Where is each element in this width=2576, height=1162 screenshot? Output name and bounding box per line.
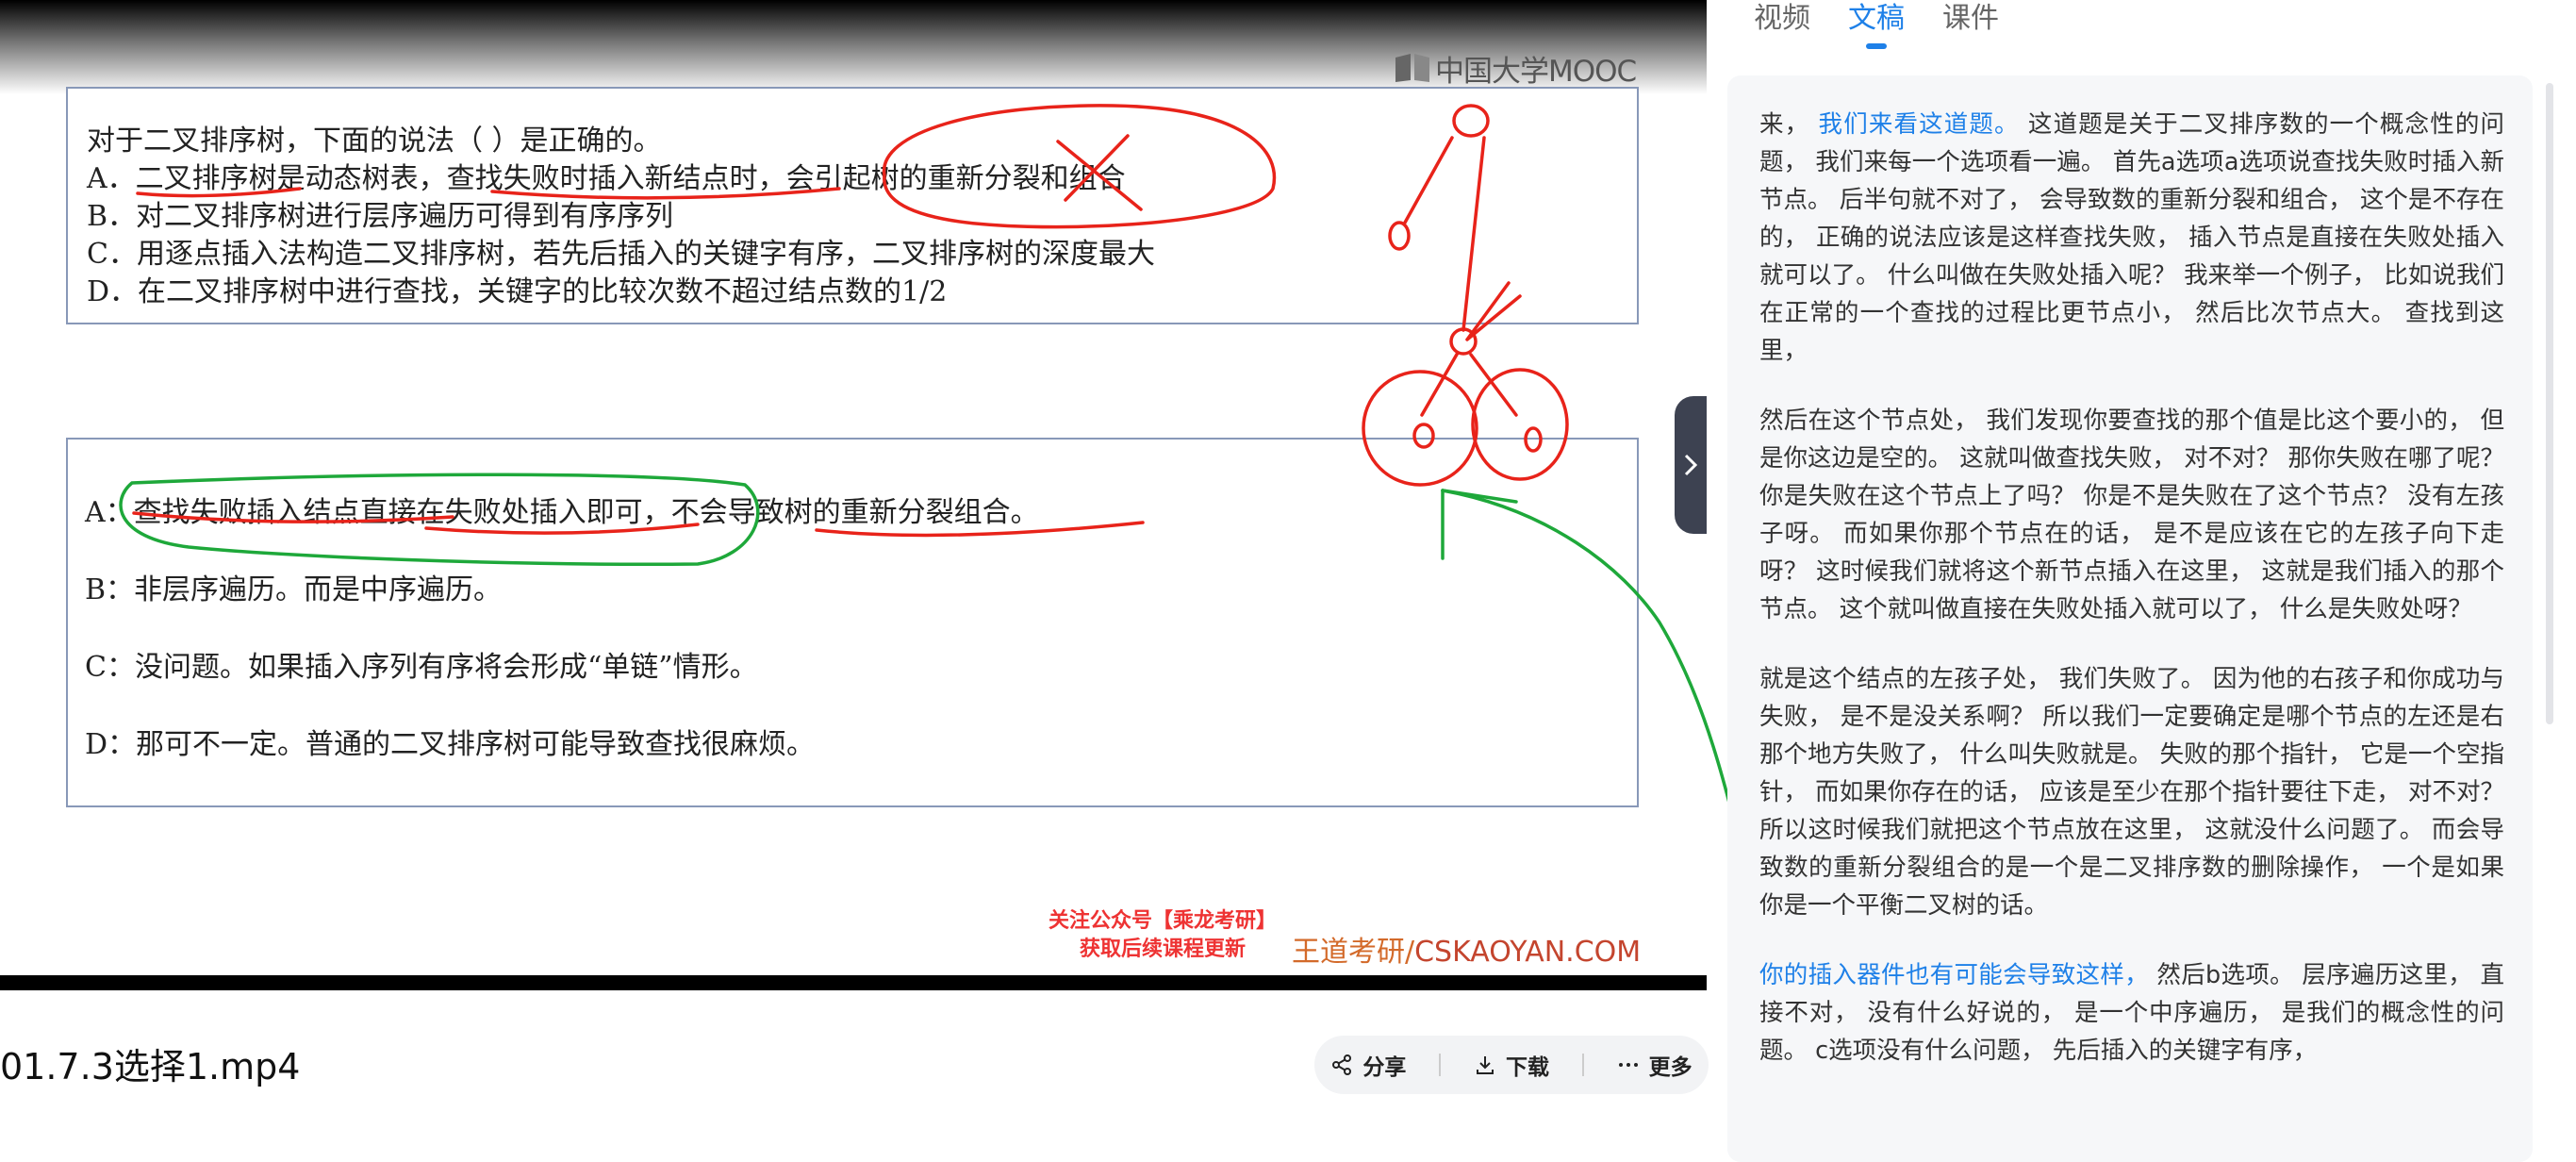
download-label: 下载	[1505, 1055, 1549, 1080]
answer-box: A：查找失败插入结点直接在失败处插入即可，不会导致树的重新分裂组合。 B：非层序…	[66, 438, 1639, 807]
chevron-right-icon	[1684, 454, 1698, 476]
action-divider	[1439, 1054, 1442, 1076]
brand-en: CSKAOYAN.COM	[1414, 936, 1642, 969]
tab-transcript[interactable]: 文稿	[1848, 0, 1905, 49]
video-file-title: 01.7.3选择1.mp4	[0, 1046, 301, 1087]
panel-collapse-handle[interactable]	[1675, 396, 1707, 534]
question-option-a: A．二叉排序树是动态树表，查找失败时插入新结点时，会引起树的重新分裂和组合	[87, 162, 1126, 195]
wechat-promo-line2: 获取后续课程更新	[1080, 938, 1247, 961]
question-option-d: D．在二叉排序树中进行查找，关键字的比较次数不超过结点数的1/2	[87, 275, 948, 308]
answer-a: A：查找失败插入结点直接在失败处插入即可，不会导致树的重新分裂组合。	[85, 496, 1039, 529]
transcript-highlight: 我们来看这道题。	[1818, 110, 2020, 139]
more-label: 更多	[1648, 1055, 1693, 1080]
transcript-list: 来， 我们来看这道题。 这道题是关于二叉排序数的一个概念性的问题， 我们来每一个…	[1759, 106, 2504, 1102]
question-box: 对于二叉排序树，下面的说法（ ）是正确的。 A．二叉排序树是动态树表，查找失败时…	[66, 87, 1639, 324]
tab-video[interactable]: 视频	[1754, 0, 1810, 49]
video-action-bar: 分享 下载 更多	[1314, 1036, 1709, 1094]
transcript-highlight: 你的插入器件也有可能会导致这样，	[1759, 961, 2149, 989]
transcript-paragraph[interactable]: 就是这个结点的左孩子处， 我们失败了。 因为他的右孩子和你成功与失败， 是不是没…	[1759, 660, 2504, 924]
question-option-b: B．对二叉排序树进行层序遍历可得到有序序列	[87, 200, 674, 233]
brand-cn: 王道考研/	[1292, 936, 1415, 969]
answer-c: C：没问题。如果插入序列有序将会形成“单链”情形。	[85, 651, 758, 684]
wangdao-brand: 王道考研/CSKAOYAN.COM	[1292, 928, 1641, 970]
wechat-promo-line1: 关注公众号【乘龙考研】	[1049, 909, 1278, 933]
mooc-logo: 中国大学MOOC	[1394, 47, 1637, 89]
answer-b: B：非层序遍历。而是中序遍历。	[85, 573, 503, 606]
more-icon	[1618, 1063, 1638, 1067]
transcript-text: 这道题是关于二叉排序数的一个概念性的问题， 我们来每一个选项看一遍。 首先a选项…	[1759, 110, 2504, 365]
transcript-panel[interactable]: 来， 我们来看这道题。 这道题是关于二叉排序数的一个概念性的问题， 我们来每一个…	[1727, 75, 2533, 1162]
wechat-promo: 关注公众号【乘龙考研】 获取后续课程更新	[1049, 907, 1277, 964]
side-tabs: 视频 文稿 课件	[1754, 0, 1999, 49]
logo-text: 中国大学MOOC	[1435, 54, 1637, 89]
download-button[interactable]: 下载	[1474, 1049, 1549, 1081]
transcript-fade	[1727, 1058, 2533, 1162]
more-button[interactable]: 更多	[1617, 1049, 1693, 1081]
download-icon	[1476, 1056, 1494, 1074]
transcript-paragraph[interactable]: 然后在这个节点处， 我们发现你要查找的那个值是比这个要小的， 但是你这边是空的。…	[1759, 402, 2504, 628]
video-bottom-bar	[0, 975, 1707, 990]
transcript-paragraph[interactable]: 你的插入器件也有可能会导致这样， 然后b选项。 层序遍历这里， 直接不对， 没有…	[1759, 956, 2504, 1070]
answer-d: D：那可不一定。普通的二叉排序树可能导致查找很麻烦。	[85, 728, 816, 761]
share-icon	[1332, 1054, 1352, 1075]
transcript-paragraph[interactable]: 来， 我们来看这道题。 这道题是关于二叉排序数的一个概念性的问题， 我们来每一个…	[1759, 106, 2504, 370]
tab-courseware[interactable]: 课件	[1942, 0, 1999, 49]
transcript-text: 然后在这个节点处， 我们发现你要查找的那个值是比这个要小的， 但是你这边是空的。…	[1759, 407, 2504, 623]
question-stem: 对于二叉排序树，下面的说法（ ）是正确的。	[87, 124, 662, 158]
action-divider	[1581, 1054, 1584, 1076]
transcript-lead: 来，	[1759, 110, 1819, 139]
book-icon	[1395, 54, 1429, 82]
share-label: 分享	[1362, 1055, 1407, 1080]
question-option-c: C．用逐点插入法构造二叉排序树，若先后插入的关键字有序，二叉排序树的深度最大	[87, 238, 1155, 271]
video-player[interactable]: 中国大学MOOC 对于二叉排序树，下面的说法（ ）是正确的。 A．二叉排序树是动…	[0, 0, 1707, 990]
transcript-scrollbar[interactable]	[2546, 83, 2553, 724]
transcript-text: 就是这个结点的左孩子处， 我们失败了。 因为他的右孩子和你成功与失败， 是不是没…	[1759, 665, 2504, 920]
share-button[interactable]: 分享	[1330, 1049, 1406, 1081]
